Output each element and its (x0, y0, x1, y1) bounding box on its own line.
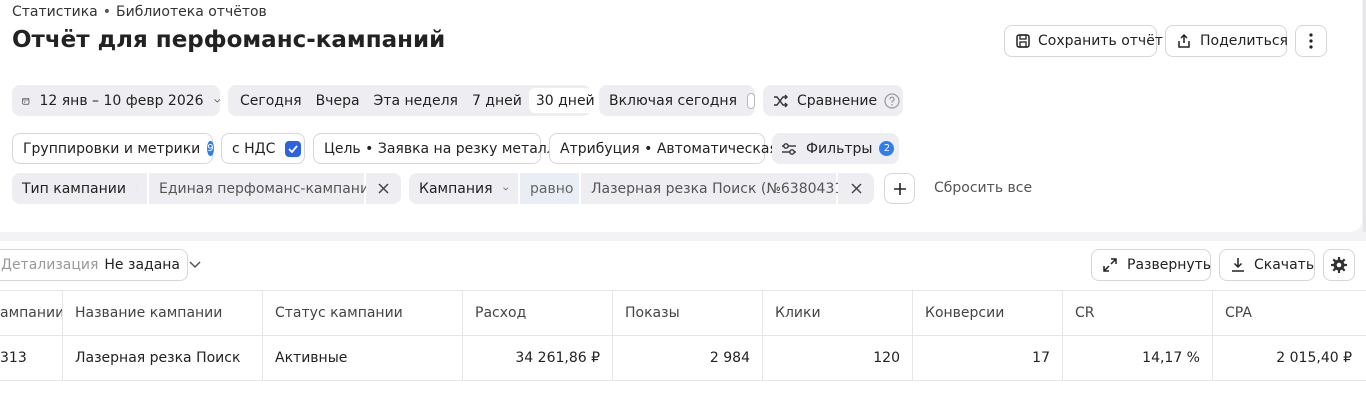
breadcrumb: Статистика • Библиотека отчётов (12, 4, 267, 20)
gear-icon (1331, 257, 1347, 273)
groupings-label: Группировки и метрики (23, 140, 201, 157)
include-today-toggle[interactable]: Включая сегодня (599, 85, 755, 116)
detail-label: Детализация (1, 257, 99, 273)
filter-campaign: Кампания равно Лазерная резка Поиск (№63… (409, 173, 876, 204)
cell-cr: 14,17 % (1063, 336, 1213, 380)
breadcrumb-item-library[interactable]: Библиотека отчётов (116, 4, 267, 20)
sliders-icon (782, 142, 796, 155)
expand-button[interactable]: Развернуть (1091, 249, 1211, 281)
column-header-cpa[interactable]: CPA (1213, 291, 1366, 335)
save-icon (1016, 34, 1030, 48)
table-settings-button[interactable] (1323, 249, 1355, 281)
checkmark-icon (288, 144, 299, 153)
filters-button[interactable]: Фильтры 2 (772, 133, 899, 164)
cell-cpa: 2 015,40 ₽ (1276, 350, 1352, 366)
filters-count-badge: 2 (879, 141, 895, 156)
attribution-label: Атрибуция • Автоматическая (560, 140, 778, 157)
column-header-spend[interactable]: Расход (463, 291, 613, 335)
detail-selector[interactable]: Детализация Не задана (0, 249, 201, 281)
period-option-today[interactable]: Сегодня (233, 88, 309, 113)
include-today-label: Включая сегодня (609, 92, 738, 109)
cell-clicks: 120 (763, 336, 913, 380)
chevron-down-icon (135, 188, 137, 189)
cell-campaign-id: 313 (0, 336, 63, 380)
share-button[interactable]: Поделиться (1165, 25, 1288, 57)
vat-label: с НДС (232, 140, 276, 157)
download-button[interactable]: Скачать (1219, 249, 1315, 281)
reset-all-link[interactable]: Сбросить все (934, 180, 1032, 196)
column-header-impressions[interactable]: Показы (613, 291, 763, 335)
column-header-campaign-status[interactable]: Статус кампании (263, 291, 463, 335)
chevron-down-icon (213, 98, 220, 103)
column-header-campaign-name[interactable]: Название кампании (63, 291, 263, 335)
filter-campaign-operator[interactable]: равно (520, 173, 579, 204)
date-range-value: 12 янв – 10 февр 2026 (39, 92, 204, 109)
share-icon (1178, 33, 1190, 48)
vat-checkbox[interactable] (285, 140, 302, 157)
column-header-conversions[interactable]: Конверсии (913, 291, 1063, 335)
cell-spend: 34 261,86 ₽ (463, 336, 613, 380)
comparison-label: Сравнение (797, 92, 878, 109)
period-option-7days[interactable]: 7 дней (465, 88, 529, 113)
download-icon (1232, 258, 1244, 272)
filter-campaign-type-field[interactable]: Тип кампании (12, 173, 147, 204)
chevron-down-icon (502, 186, 508, 190)
comparison-button[interactable]: Сравнение (763, 85, 903, 116)
column-header-clicks[interactable]: Клики (763, 291, 913, 335)
download-label: Скачать (1254, 257, 1315, 273)
share-label: Поделиться (1200, 33, 1288, 49)
expand-icon (1103, 258, 1117, 272)
chevron-down-icon (189, 261, 201, 269)
filter-campaign-type-value-text: Единая перфоманс-кампания (159, 180, 378, 197)
calendar-icon (22, 97, 30, 105)
breadcrumb-item-statistics[interactable]: Статистика (12, 4, 98, 20)
filter-campaign-type-value[interactable]: Единая перфоманс-кампания (149, 173, 377, 204)
filter-campaign-operator-text: равно (530, 180, 574, 197)
column-header-cr[interactable]: CR (1063, 291, 1213, 335)
shuffle-icon (774, 94, 788, 107)
goal-label: Цель • Заявка на резку металла (324, 140, 565, 157)
filter-campaign-value-text: Лазерная резка Поиск (№63804313) (591, 180, 858, 197)
include-today-checkbox[interactable] (747, 92, 755, 109)
help-icon[interactable] (884, 92, 900, 109)
groupings-count-badge: 9 (207, 141, 214, 156)
filter-campaign-remove[interactable] (838, 173, 874, 204)
filter-campaign-type: Тип кампании Единая перфоманс-кампания (12, 173, 401, 204)
more-vertical-icon (1309, 33, 1313, 49)
period-option-30days[interactable]: 30 дней (528, 88, 602, 113)
add-filter-button[interactable] (884, 173, 915, 204)
save-report-label: Сохранить отчёт (1038, 33, 1163, 49)
table-row[interactable]: 313 Лазерная резка Поиск Активные 34 261… (0, 336, 1366, 381)
close-icon (850, 183, 862, 194)
vat-toggle[interactable]: с НДС (221, 133, 305, 164)
page-title: Отчёт для перфоманс-кампаний (12, 27, 446, 53)
filter-campaign-value[interactable]: Лазерная резка Поиск (№63804313) (581, 173, 858, 204)
column-header-campaign-id[interactable]: ампании ↓ (0, 291, 63, 335)
attribution-selector[interactable]: Атрибуция • Автоматическая (549, 133, 778, 164)
filter-campaign-field[interactable]: Кампания (409, 173, 518, 204)
cell-conversions: 17 (913, 336, 1063, 380)
plus-icon (893, 182, 906, 195)
expand-label: Развернуть (1127, 257, 1212, 273)
period-option-week[interactable]: Эта неделя (367, 88, 465, 113)
groupings-metrics-button[interactable]: Группировки и метрики 9 (12, 133, 214, 164)
cell-campaign-status: Активные (263, 336, 463, 380)
date-range-picker[interactable]: 12 янв – 10 февр 2026 (12, 85, 220, 116)
filters-label: Фильтры (806, 140, 873, 157)
breadcrumb-separator: • (102, 4, 112, 20)
save-report-button[interactable]: Сохранить отчёт (1004, 25, 1163, 57)
cell-campaign-name: Лазерная резка Поиск (63, 336, 263, 380)
filter-campaign-type-label: Тип кампании (22, 180, 126, 197)
table-header: ампании ↓ Название кампании Статус кампа… (0, 290, 1366, 336)
detail-value: Не задана (104, 257, 181, 273)
cell-impressions: 2 984 (613, 336, 763, 380)
more-options-button[interactable] (1295, 25, 1327, 57)
period-selector[interactable]: Сегодня Вчера Эта неделя 7 дней 30 дней (228, 85, 602, 116)
period-option-yesterday[interactable]: Вчера (309, 88, 367, 113)
filter-campaign-type-remove[interactable] (366, 173, 401, 204)
filter-campaign-label: Кампания (419, 180, 493, 197)
goal-selector[interactable]: Цель • Заявка на резку металла (313, 133, 564, 164)
close-icon (378, 183, 389, 194)
